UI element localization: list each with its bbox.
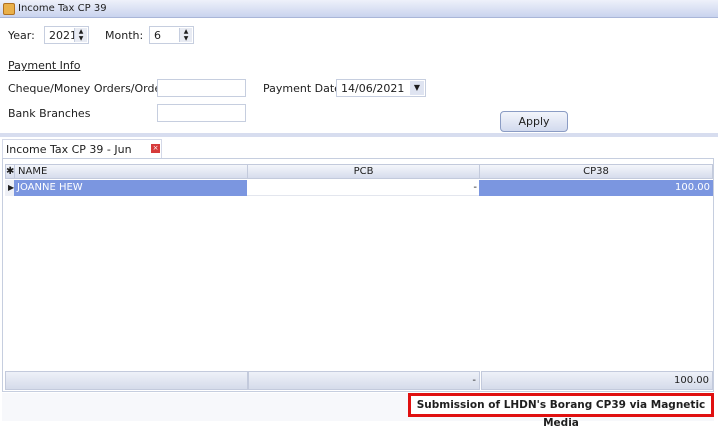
month-label: Month: — [105, 29, 144, 42]
apply-button[interactable]: Apply — [500, 111, 568, 132]
payment-date-value: 14/06/2021 — [341, 82, 405, 95]
column-header-name[interactable]: NAME — [14, 164, 248, 179]
bank-label: Bank Branches — [8, 107, 91, 120]
footer-total-cp38: 100.00 — [481, 371, 713, 390]
cell-pcb[interactable]: - — [247, 180, 480, 196]
spinner-arrows-icon[interactable]: ▲ ▼ — [179, 28, 192, 42]
payment-info-heading: Payment Info — [8, 59, 81, 72]
splitter[interactable] — [0, 133, 718, 137]
cell-name[interactable]: JOANNE HEW — [14, 180, 248, 196]
cell-cp38[interactable]: 100.00 — [479, 180, 713, 196]
column-header-cp38[interactable]: CP38 — [479, 164, 713, 179]
cheque-input[interactable] — [157, 79, 246, 97]
year-value: 2021 — [49, 29, 77, 42]
footer-name — [5, 371, 248, 390]
window-title: Income Tax CP 39 — [18, 3, 107, 14]
column-header-pcb[interactable]: PCB — [247, 164, 480, 179]
app-icon — [3, 3, 15, 15]
submission-note: Submission of LHDN's Borang CP39 via Mag… — [408, 393, 714, 429]
bank-branches-input[interactable] — [157, 104, 246, 122]
data-grid: ✱ NAME PCB CP38 ▶ JOANNE HEW - 100.00 - … — [2, 158, 714, 392]
month-stepper[interactable]: 6 ▲ ▼ — [149, 26, 194, 44]
dropdown-arrow-icon[interactable]: ▼ — [410, 81, 424, 95]
close-icon[interactable]: × — [151, 144, 160, 153]
cheque-label: Cheque/Money Orders/Orders — [8, 82, 172, 95]
footer-total-pcb: - — [248, 371, 480, 390]
spinner-arrows-icon[interactable]: ▲ ▼ — [74, 28, 87, 42]
payment-date-label: Payment Date — [263, 82, 341, 95]
year-label: Year: — [8, 29, 35, 42]
title-bar: Income Tax CP 39 — [0, 0, 718, 18]
month-value: 6 — [154, 29, 161, 42]
year-stepper[interactable]: 2021 ▲ ▼ — [44, 26, 89, 44]
tab-income-tax-cp39[interactable]: Income Tax CP 39 - Jun 2021 × — [2, 139, 162, 169]
payment-date-picker[interactable]: 14/06/2021 ▼ — [336, 79, 426, 97]
